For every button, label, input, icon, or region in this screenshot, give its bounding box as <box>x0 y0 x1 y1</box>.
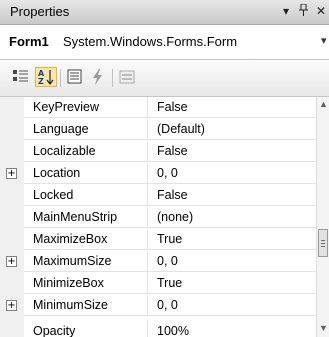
dropdown-arrow-icon[interactable]: ▾ <box>283 4 289 18</box>
object-selector[interactable]: Form1 System.Windows.Forms.Form ▾ <box>0 25 329 60</box>
window-title: Properties <box>10 4 70 19</box>
property-value[interactable]: False <box>157 188 188 202</box>
properties-window: Properties ▾ ✕ Form1 System.Windows.Form… <box>0 0 329 337</box>
property-name: KeyPreview <box>33 100 99 114</box>
toolbar-separator <box>112 69 113 87</box>
property-value[interactable]: True <box>157 232 182 246</box>
properties-button[interactable] <box>64 67 86 87</box>
property-value[interactable]: 100% <box>157 324 189 337</box>
events-icon <box>93 69 102 85</box>
property-value[interactable]: False <box>157 100 188 114</box>
alphabetical-icon: A Z <box>38 69 54 86</box>
property-name: Locked <box>33 188 74 202</box>
property-row[interactable]: MainMenuStrip (none) <box>0 207 316 229</box>
chevron-down-icon[interactable]: ▾ <box>321 34 327 47</box>
property-value[interactable]: 0, 0 <box>157 254 178 268</box>
property-name: Language <box>33 122 89 136</box>
toolbar-separator <box>60 69 61 87</box>
property-name: Location <box>33 166 81 180</box>
property-row[interactable]: + MinimumSize 0, 0 <box>0 295 316 317</box>
property-value[interactable]: 0, 0 <box>157 166 178 180</box>
properties-icon <box>67 69 82 84</box>
property-row[interactable]: Locked False <box>0 185 316 207</box>
property-value[interactable]: (Default) <box>157 122 205 136</box>
property-value[interactable]: False <box>157 144 188 158</box>
property-pages-button[interactable] <box>116 67 138 87</box>
scroll-down-icon[interactable]: ▼ <box>319 323 328 333</box>
object-type: System.Windows.Forms.Form <box>63 34 238 49</box>
property-name: Opacity <box>33 324 76 337</box>
svg-text:Z: Z <box>38 77 44 86</box>
scrollbar-thumb[interactable] <box>318 229 328 257</box>
property-row[interactable]: MinimizeBox True <box>0 273 316 295</box>
scroll-up-icon[interactable]: ▲ <box>319 99 328 109</box>
property-name: Localizable <box>33 144 96 158</box>
property-name: MinimumSize <box>33 298 109 312</box>
object-name: Form1 <box>9 34 49 49</box>
property-row[interactable]: + MaximumSize 0, 0 <box>0 251 316 273</box>
alphabetical-button[interactable]: A Z <box>35 67 57 87</box>
close-icon[interactable]: ✕ <box>316 4 326 18</box>
property-value[interactable]: True <box>157 276 182 290</box>
property-row[interactable]: KeyPreview False <box>0 97 316 119</box>
property-name: MinimizeBox <box>33 276 104 290</box>
vertical-scrollbar[interactable]: ▲ ▼ <box>316 97 329 337</box>
property-pages-icon <box>119 70 135 84</box>
expand-icon[interactable]: + <box>6 168 17 179</box>
property-row[interactable]: Opacity 100% <box>0 321 316 337</box>
pin-icon[interactable] <box>299 3 308 19</box>
property-name: MaximumSize <box>33 254 112 268</box>
property-value[interactable]: 0, 0 <box>157 298 178 312</box>
events-button[interactable] <box>87 67 109 87</box>
property-row[interactable]: Language (Default) <box>0 119 316 141</box>
title-bar[interactable]: Properties ▾ ✕ <box>0 0 329 25</box>
property-grid: KeyPreview False Language (Default) Loca… <box>0 97 329 337</box>
categorized-button[interactable] <box>10 67 32 87</box>
categorized-icon <box>13 70 28 82</box>
property-row[interactable]: + Location 0, 0 <box>0 163 316 185</box>
property-name: MainMenuStrip <box>33 210 118 224</box>
property-name: MaximizeBox <box>33 232 108 246</box>
property-value[interactable]: (none) <box>157 210 193 224</box>
property-row[interactable]: Localizable False <box>0 141 316 163</box>
property-row[interactable]: MaximizeBox True <box>0 229 316 251</box>
toolbar: A Z <box>0 60 329 97</box>
expand-icon[interactable]: + <box>6 300 17 311</box>
expand-icon[interactable]: + <box>6 256 17 267</box>
